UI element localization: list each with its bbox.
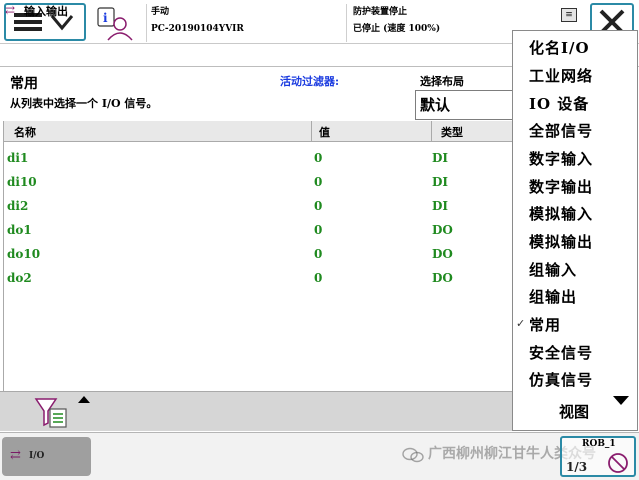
speed-fraction: 1/3 [566, 460, 587, 474]
down-arrow-icon[interactable] [613, 396, 629, 405]
table-row[interactable]: di1 0 DI [4, 147, 522, 171]
table-row[interactable]: do2 0 DO [4, 267, 522, 291]
signal-type: DO [432, 223, 453, 237]
signal-name: do10 [7, 247, 41, 261]
menu-item-digital-input[interactable]: 数字输入 [529, 148, 593, 169]
signal-name: do1 [7, 223, 32, 237]
wechat-icon [402, 447, 424, 463]
user-info-icon[interactable]: i [96, 6, 136, 42]
menu-item-io-devices[interactable]: IO 设备 [529, 93, 589, 114]
signal-value: 0 [314, 175, 323, 189]
status-icon[interactable]: ≡ [561, 8, 577, 22]
signal-type: DI [432, 175, 449, 189]
signal-type: DI [432, 151, 449, 165]
signal-value: 0 [314, 151, 323, 165]
speed-icon: 1/3 [566, 453, 628, 474]
svg-text:i: i [103, 11, 108, 25]
signal-name: di1 [7, 151, 29, 165]
column-divider [311, 121, 312, 142]
signal-name: di2 [7, 199, 29, 213]
signal-table: 名称 值 类型 di1 0 DI di10 0 DI di2 0 DI do1 … [3, 121, 523, 391]
state-detail: 已停止 (速度 100%) [353, 24, 441, 34]
menu-item-safety-signals[interactable]: 安全信号 [529, 342, 593, 363]
menu-item-analog-input[interactable]: 模拟输入 [529, 203, 593, 224]
signal-type: DO [432, 247, 453, 261]
signal-value: 0 [314, 223, 323, 237]
active-filter-label: 活动过滤器: [280, 75, 340, 88]
menu-item-digital-output[interactable]: 数字输出 [529, 176, 593, 197]
bottom-toolbar [0, 391, 512, 431]
table-header: 名称 值 类型 [4, 121, 522, 142]
io-icon: ⇄ [5, 3, 16, 17]
table-row[interactable]: di10 0 DI [4, 171, 522, 195]
filter-dropdown-menu: 化名I/O 工业网络 IO 设备 全部信号 数字输入 数字输出 模拟输入 模拟输… [512, 30, 638, 431]
controller-state: 防护装置停止 已停止 (速度 100%) [346, 4, 526, 42]
column-header-value[interactable]: 值 [319, 124, 330, 140]
menu-item-alias-io[interactable]: 化名I/O [529, 37, 590, 58]
signal-value: 0 [314, 271, 323, 285]
menu-item-group-output[interactable]: 组输出 [529, 286, 577, 307]
signal-type: DO [432, 271, 453, 285]
app-title: 输入输出 [24, 5, 68, 18]
state-title: 防护装置停止 [353, 7, 408, 17]
menu-item-common[interactable]: 常用 [529, 314, 561, 335]
column-divider [431, 121, 432, 142]
menu-item-all-signals[interactable]: 全部信号 [529, 120, 593, 141]
section-title: 常用 [10, 76, 38, 92]
layout-label: 选择布局 [420, 75, 464, 88]
io-icon: ⇄ [10, 448, 21, 463]
up-arrow-icon[interactable] [78, 396, 90, 403]
menu-item-analog-output[interactable]: 模拟输出 [529, 231, 593, 252]
table-row[interactable]: do10 0 DO [4, 243, 522, 267]
signal-value: 0 [314, 199, 323, 213]
filter-icon[interactable] [34, 395, 68, 429]
menu-item-industrial-network[interactable]: 工业网络 [529, 65, 593, 86]
menu-item-group-input[interactable]: 组输入 [529, 259, 577, 280]
view-button[interactable]: 视图 [559, 401, 589, 422]
signal-name: di10 [7, 175, 37, 189]
controller-info: 手动 PC-20190104YVIR [146, 4, 346, 42]
column-header-name[interactable]: 名称 [14, 124, 36, 140]
menu-item-simulated-signals[interactable]: 仿真信号 [529, 369, 593, 390]
taskbar-item-label: I/O [29, 451, 45, 461]
signal-type: DI [432, 199, 449, 213]
checkmark-icon: ✓ [516, 317, 526, 330]
signal-name: do2 [7, 271, 32, 285]
table-row[interactable]: do1 0 DO [4, 219, 522, 243]
controller-name: PC-20190104YVIR [151, 24, 244, 34]
section-description: 从列表中选择一个 I/O 信号。 [10, 97, 158, 110]
quickset-button[interactable]: ROB_1 1/3 [560, 436, 636, 477]
column-header-type[interactable]: 类型 [441, 124, 463, 140]
taskbar-item-io[interactable]: ⇄ I/O [2, 437, 91, 476]
signal-value: 0 [314, 247, 323, 261]
table-row[interactable]: di2 0 DI [4, 195, 522, 219]
operating-mode: 手动 [151, 7, 170, 17]
